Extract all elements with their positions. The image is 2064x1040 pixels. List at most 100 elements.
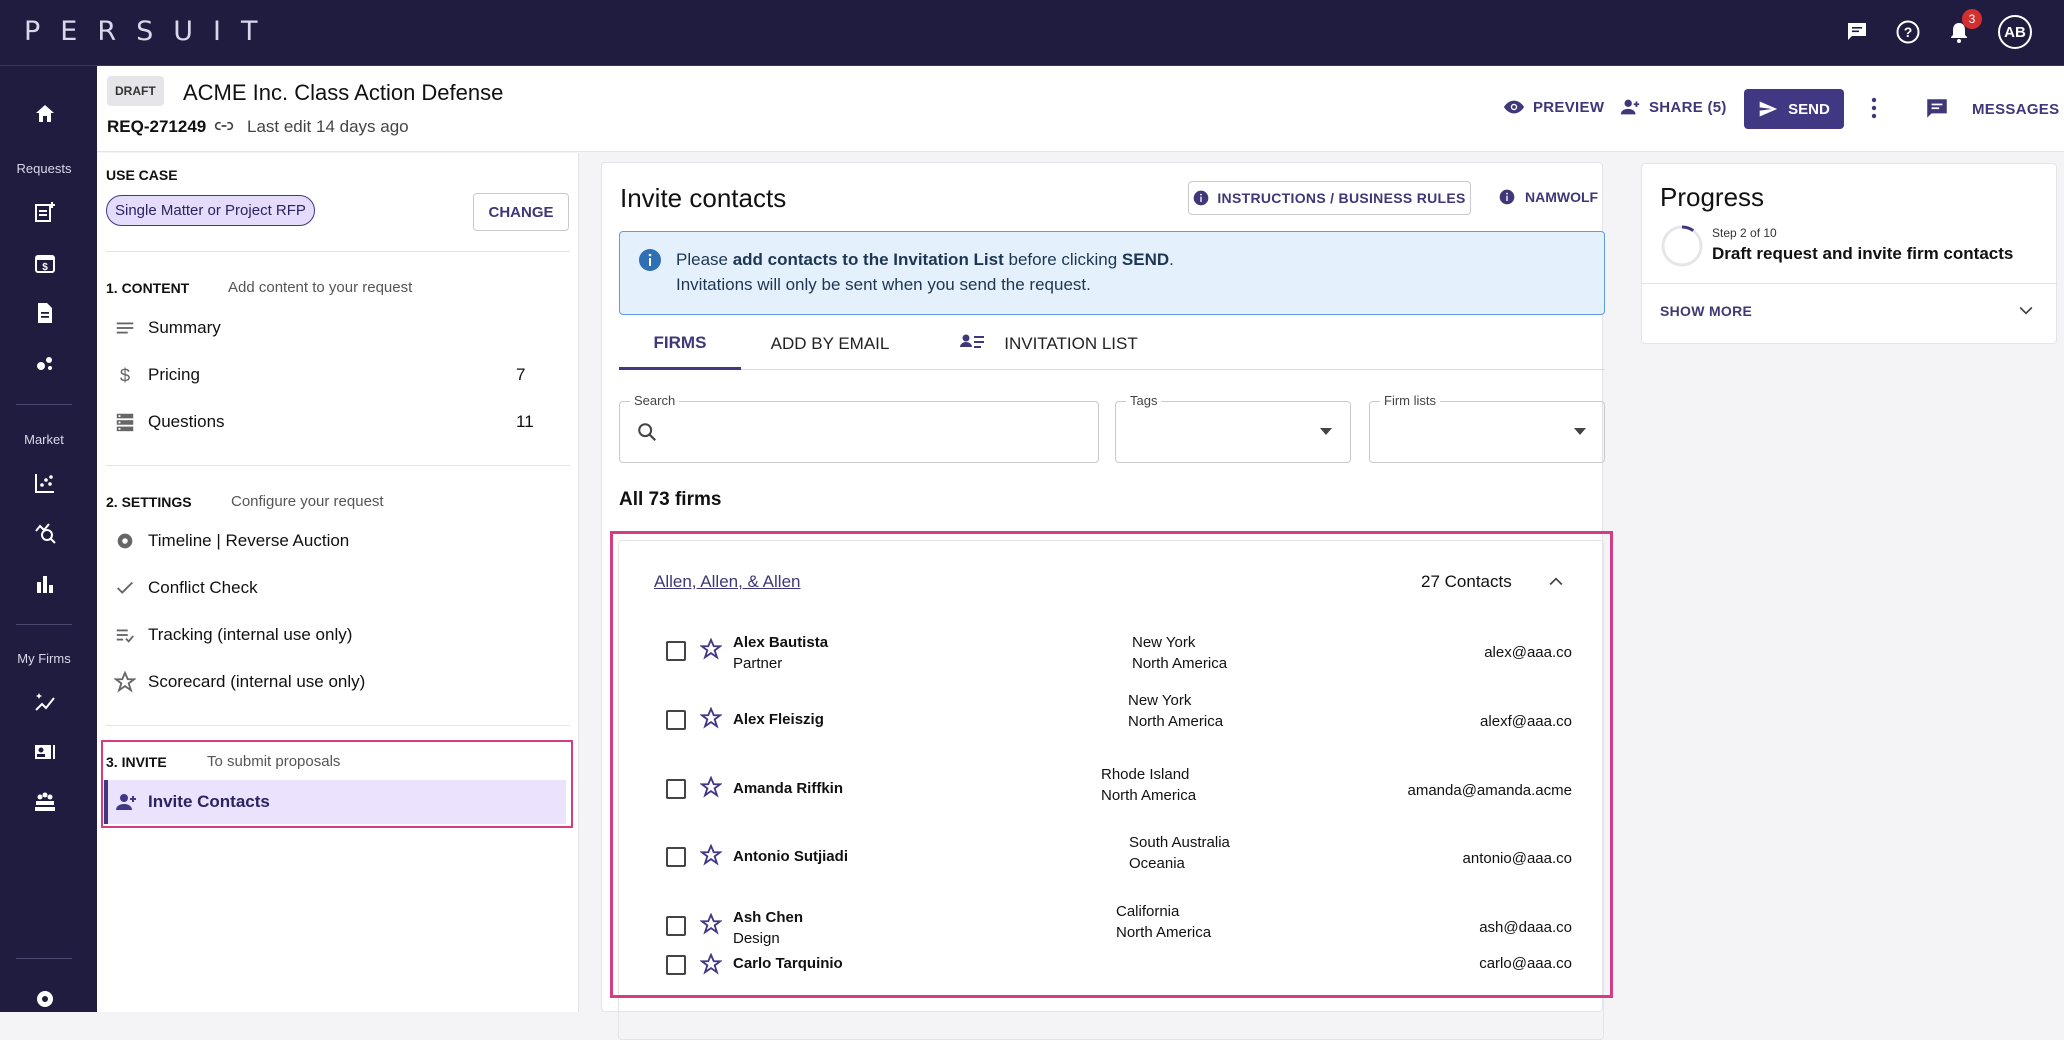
progress-step: Step 2 of 10 <box>1712 226 1777 240</box>
request-header: DRAFT ACME Inc. Class Action Defense REQ… <box>97 66 2064 152</box>
share-button[interactable]: SHARE (5) <box>1619 96 1727 118</box>
share-label: SHARE (5) <box>1649 98 1727 116</box>
contact-card-icon[interactable] <box>30 737 60 767</box>
section-divider <box>106 465 570 466</box>
tags-select[interactable]: Tags <box>1115 393 1351 463</box>
nav-divider <box>16 958 72 959</box>
content-section-title: 1. CONTENT <box>106 280 190 296</box>
persuit-logo[interactable]: PERSUIT <box>24 16 277 47</box>
sidebar-item-questions[interactable]: Questions 11 <box>106 404 570 440</box>
sidebar-item-label: Questions <box>148 412 225 431</box>
help-icon[interactable]: ? <box>1893 17 1923 47</box>
person-add-icon <box>1620 99 1640 115</box>
eye-icon <box>1503 100 1525 114</box>
settings-gear-icon[interactable] <box>30 984 60 1014</box>
last-edit-text: Last edit 14 days ago <box>247 117 409 136</box>
send-button[interactable]: SEND <box>1744 89 1844 129</box>
invite-section-subtitle: To submit proposals <box>207 753 341 770</box>
star-outline-icon <box>112 671 138 693</box>
info-banner: Please add contacts to the Invitation Li… <box>619 231 1605 315</box>
progress-description: Draft request and invite firm contacts <box>1712 244 2014 263</box>
sidebar-item-label: Invite Contacts <box>148 792 270 811</box>
checkmark-icon <box>112 577 138 599</box>
sidebar-item-conflict-check[interactable]: Conflict Check <box>106 570 570 606</box>
chevron-down-icon[interactable] <box>2016 300 2036 325</box>
invite-tabs: FIRMS ADD BY EMAIL INVITATION LIST <box>619 318 1605 370</box>
info-text-line1: Please add contacts to the Invitation Li… <box>676 250 1174 269</box>
sidebar-item-label: Pricing <box>148 365 200 384</box>
sidebar-item-count: 7 <box>516 365 526 384</box>
top-bar: PERSUIT ? 3 AB <box>0 0 2064 66</box>
firm-lists-label: Firm lists <box>1380 393 1440 408</box>
document-icon[interactable] <box>30 298 60 328</box>
chat-icon[interactable] <box>1842 17 1872 47</box>
nav-divider <box>16 404 72 405</box>
nav-requests-label: Requests <box>16 161 72 176</box>
scatter-chart-icon[interactable] <box>30 468 60 498</box>
sidebar-item-invite-contacts[interactable]: Invite Contacts <box>104 780 566 824</box>
svg-text:$: $ <box>120 364 130 385</box>
sidebar-item-scorecard[interactable]: Scorecard (internal use only) <box>106 664 570 700</box>
dollar-icon: $ <box>112 364 138 386</box>
settings-section-title: 2. SETTINGS <box>106 494 192 510</box>
checklist-icon <box>112 624 138 646</box>
request-id: REQ-271249 <box>107 117 207 136</box>
bar-chart-icon[interactable] <box>30 569 60 599</box>
invite-section-title: 3. INVITE <box>106 754 167 770</box>
svg-text:$: $ <box>42 262 48 273</box>
request-sidebar: USE CASE Single Matter or Project RFP CH… <box>97 153 579 1012</box>
instructions-label: INSTRUCTIONS / BUSINESS RULES <box>1217 190 1466 206</box>
copy-link-icon[interactable] <box>214 116 234 141</box>
progress-ring-icon <box>1660 224 1704 273</box>
sidebar-item-label: Summary <box>148 318 221 337</box>
sparkle-trend-icon[interactable] <box>30 687 60 717</box>
bubbles-icon[interactable] <box>30 348 60 378</box>
info-icon <box>1499 189 1515 205</box>
home-icon[interactable] <box>30 99 60 129</box>
tab-invitation-list[interactable]: INVITATION LIST <box>949 318 1149 370</box>
notifications-badge: 3 <box>1962 9 1982 29</box>
firms-count-heading: All 73 firms <box>619 489 722 510</box>
settings-section-subtitle: Configure your request <box>231 493 384 510</box>
progress-divider <box>1642 283 2058 284</box>
preview-label: PREVIEW <box>1533 98 1605 116</box>
messages-label: MESSAGES <box>1972 100 2060 118</box>
progress-title: Progress <box>1660 182 1765 212</box>
firm-highlight <box>610 531 1613 998</box>
show-more-button[interactable]: SHOW MORE <box>1660 303 1752 319</box>
sidebar-item-label: Scorecard (internal use only) <box>148 672 366 691</box>
tab-add-by-email[interactable]: ADD BY EMAIL <box>761 318 899 370</box>
new-request-icon[interactable] <box>30 197 60 227</box>
sidebar-item-pricing[interactable]: $ Pricing 7 <box>106 357 570 393</box>
invitation-list-icon <box>960 334 985 348</box>
questions-list-icon <box>112 411 138 433</box>
preview-button[interactable]: PREVIEW <box>1503 96 1604 118</box>
namwolf-label: NAMWOLF <box>1525 189 1599 205</box>
sidebar-item-summary[interactable]: Summary <box>106 310 570 346</box>
panel-title: Invite contacts <box>620 183 787 213</box>
dropdown-arrow-icon <box>1320 428 1332 435</box>
nav-divider <box>16 624 72 625</box>
more-options-icon[interactable] <box>1867 95 1881 126</box>
tags-label: Tags <box>1126 393 1162 408</box>
instructions-button[interactable]: INSTRUCTIONS / BUSINESS RULES <box>1188 181 1471 215</box>
send-label: SEND <box>1788 100 1830 118</box>
gear-icon <box>112 530 138 552</box>
sidebar-item-label: Tracking (internal use only) <box>148 625 353 644</box>
firm-building-icon[interactable] <box>30 787 60 817</box>
search-label: Search <box>630 393 680 408</box>
analytics-search-icon[interactable] <box>30 518 60 548</box>
messages-icon <box>1927 99 1947 118</box>
calendar-dollar-icon[interactable]: $ <box>30 248 60 278</box>
messages-button[interactable]: MESSAGES <box>1924 96 2059 122</box>
sidebar-item-timeline[interactable]: Timeline | Reverse Auction <box>106 523 570 559</box>
info-text-line2: Invitations will only be sent when you s… <box>676 275 1091 294</box>
namwolf-button[interactable]: NAMWOLF <box>1499 189 1598 205</box>
user-avatar[interactable]: AB <box>1998 15 2032 49</box>
tab-firms[interactable]: FIRMS <box>619 318 741 370</box>
change-use-case-button[interactable]: CHANGE <box>473 193 569 231</box>
firm-lists-select[interactable]: Firm lists <box>1369 393 1605 463</box>
sidebar-item-tracking[interactable]: Tracking (internal use only) <box>106 617 570 653</box>
section-divider <box>106 725 570 726</box>
search-input[interactable]: Search <box>619 393 1099 463</box>
